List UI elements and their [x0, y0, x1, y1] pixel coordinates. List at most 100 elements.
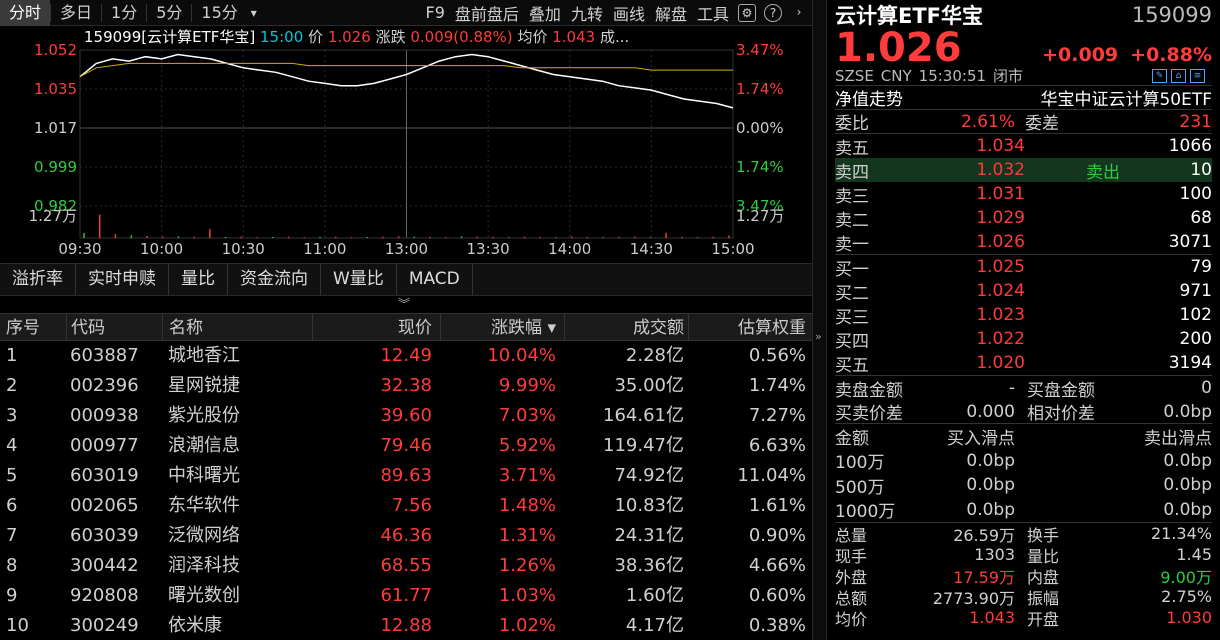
tool-group: F9 盘前盘后 叠加 九转 画线 解盘 工具 ⚙ ? ›	[421, 1, 812, 25]
row-weight: 0.56%	[748, 345, 806, 366]
table-row[interactable]: 2 002396 星网锐捷 32.38 9.99% 35.00亿 1.74%	[0, 371, 812, 401]
volume-bar	[681, 236, 683, 238]
pre-post-market-button[interactable]: 盘前盘后	[450, 1, 524, 25]
nav-row: 净值走势 华宝中证云计算50ETF	[835, 86, 1212, 110]
col-weight[interactable]: 估算权重	[688, 314, 812, 340]
help-icon[interactable]: ?	[764, 3, 782, 22]
analysis-button[interactable]: 解盘	[650, 1, 692, 25]
bid-row[interactable]: 买四 1.022 200	[835, 327, 1212, 352]
intraday-chart[interactable]: 09:30 10:00 10:30 11:00 13:00 13:30 14:00 14:30…	[0, 26, 812, 262]
chevron-right-icon[interactable]: ›	[790, 4, 808, 22]
row-code: 000938	[70, 405, 139, 426]
tab-realtime-subscription[interactable]: 实时申赎	[76, 264, 169, 295]
table-row[interactable]: 5 603019 中科曙光 89.63 3.71% 74.92亿 11.04%	[0, 461, 812, 491]
bid-row[interactable]: 买三 1.023 102	[835, 303, 1212, 328]
tab-multi-day[interactable]: 多日	[51, 0, 101, 26]
ask-row[interactable]: 卖四 1.032 卖出 10	[835, 158, 1212, 183]
table-row[interactable]: 9 920808 曙光数创 61.77 1.03% 1.60亿 0.60%	[0, 581, 812, 611]
overlay-button[interactable]: 叠加	[524, 1, 566, 25]
tab-volume-ratio[interactable]: 量比	[169, 264, 228, 295]
expand-chevron-icon[interactable]: »	[815, 330, 822, 343]
table-row[interactable]: 4 000977 浪潮信息 79.46 5.92% 119.47亿 6.63%	[0, 431, 812, 461]
price-row: 1.026 +0.009 +0.88%	[835, 28, 1212, 68]
row-price: 39.60	[380, 405, 432, 426]
slip-amount: 100万	[835, 453, 885, 474]
table-row[interactable]: 8 300442 润泽科技 68.55 1.26% 38.36亿 4.66%	[0, 551, 812, 581]
volume-bar	[114, 234, 117, 238]
nine-turn-button[interactable]: 九转	[566, 1, 608, 25]
time-tick-label: 14:30	[630, 240, 673, 258]
slip-amount: 500万	[835, 477, 885, 498]
tab-15min[interactable]: 15分	[192, 0, 246, 26]
tab-1min[interactable]: 1分	[102, 0, 146, 26]
volume-bar	[413, 236, 416, 238]
tab-fund-flow[interactable]: 资金流向	[228, 264, 321, 295]
weicha-value: 231	[1179, 111, 1212, 132]
ask-row[interactable]: 卖五 1.034 1066	[835, 134, 1212, 159]
level-price: 1.024	[976, 281, 1025, 301]
bid-row[interactable]: 买二 1.024 971	[835, 279, 1212, 304]
col-change-pct[interactable]: 涨跌幅 ▾	[440, 314, 564, 340]
table-row[interactable]: 10 300249 依米康 12.88 1.02% 4.17亿 0.38%	[0, 611, 812, 640]
price-change: +0.009	[1042, 44, 1119, 66]
volume-bar	[177, 236, 180, 238]
row-index: 2	[6, 375, 18, 396]
volume-bar	[712, 236, 714, 238]
more-icon[interactable]: ≡	[1190, 68, 1205, 83]
table-row[interactable]: 6 002065 东华软件 7.56 1.48% 10.83亿 1.61%	[0, 491, 812, 521]
tab-5min[interactable]: 5分	[147, 0, 191, 26]
col-index[interactable]: 序号	[0, 314, 66, 340]
table-row[interactable]: 3 000938 紫光股份 39.60 7.03% 164.61亿 7.27%	[0, 401, 812, 431]
home-icon[interactable]: ⌂	[1171, 68, 1186, 83]
f9-button[interactable]: F9	[421, 3, 450, 22]
panel-splitter[interactable]: »	[812, 0, 827, 640]
level-volume: 1066	[1168, 136, 1212, 156]
tab-intraday[interactable]: 分时	[0, 0, 51, 26]
tab-w-volume-ratio[interactable]: W量比	[321, 264, 397, 295]
col-price[interactable]: 现价	[312, 314, 440, 340]
row-change-pct: 3.71%	[498, 465, 556, 486]
nav-trend-link[interactable]: 净值走势	[835, 85, 903, 110]
bid-row[interactable]: 买一 1.025 79	[835, 255, 1212, 280]
col-name[interactable]: 名称	[162, 314, 312, 340]
slippage-row: 500万 0.0bp 0.0bp	[835, 473, 1212, 498]
level-volume: 100	[1179, 184, 1212, 204]
level-volume: 79	[1190, 257, 1212, 277]
bid-book: 买一 1.025 79 买二 1.024 971 买三 1.023 102 买四 1.022 200 买…	[835, 255, 1212, 376]
order-ratio-row: 委比 2.61% 委差 231	[835, 110, 1212, 134]
volume-bar	[460, 236, 463, 238]
table-row[interactable]: 7 603039 泛微网络 46.36 1.31% 24.31亿 0.90%	[0, 521, 812, 551]
row-name: 润泽科技	[168, 555, 240, 576]
sell-amount: -	[1008, 378, 1015, 398]
volume-bar	[665, 232, 667, 238]
volume-bar	[570, 236, 573, 238]
ask-row[interactable]: 卖三 1.031 100	[835, 182, 1212, 207]
period-dropdown[interactable]: ▾	[247, 0, 261, 26]
level-label: 卖四	[835, 162, 869, 183]
volume-bar	[649, 237, 652, 238]
slippage-header: 金额 买入滑点 卖出滑点	[835, 424, 1212, 449]
ask-row[interactable]: 卖一 1.026 3071	[835, 230, 1212, 255]
draw-line-button[interactable]: 画线	[608, 1, 650, 25]
row-code: 300442	[70, 555, 139, 576]
level-label: 买三	[835, 307, 869, 328]
collapse-chevron-icon[interactable]: ︾	[398, 295, 410, 312]
tab-premium-rate[interactable]: 溢折率	[0, 264, 76, 295]
left-axis-label: 0.999	[34, 158, 77, 176]
col-code[interactable]: 代码	[66, 314, 162, 340]
row-price: 12.88	[380, 615, 432, 636]
row-price: 32.38	[380, 375, 432, 396]
ask-row[interactable]: 卖二 1.029 68	[835, 206, 1212, 231]
gear-icon[interactable]: ⚙	[738, 3, 756, 22]
bid-row[interactable]: 买五 1.020 3194	[835, 351, 1212, 376]
volume-bar	[335, 236, 337, 238]
row-weight: 0.90%	[748, 525, 806, 546]
volume-bar	[618, 236, 620, 238]
edit-icon[interactable]: ✎	[1152, 68, 1167, 83]
col-turnover[interactable]: 成交额	[564, 314, 688, 340]
table-row[interactable]: 1 603887 城地香江 12.49 10.04% 2.28亿 0.56%	[0, 341, 812, 371]
tools-button[interactable]: 工具	[692, 1, 734, 25]
slip-buy: 0.0bp	[966, 475, 1015, 496]
tab-macd[interactable]: MACD	[397, 264, 473, 295]
row-index: 5	[6, 465, 18, 486]
